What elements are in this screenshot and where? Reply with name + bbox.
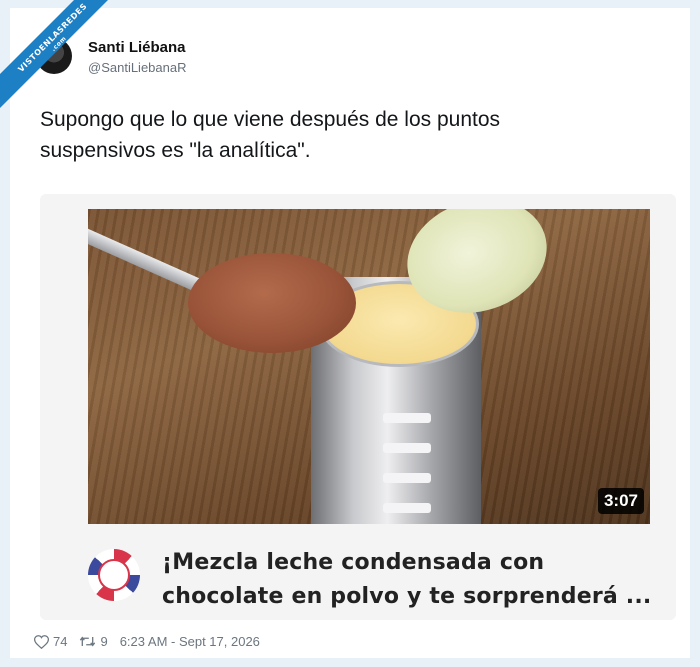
video-duration: 3:07 — [597, 488, 644, 514]
tweet-card: VISTOENLASREDES .com Santi Liébana @Sant… — [0, 0, 690, 658]
retweet-button[interactable]: 9 — [79, 634, 108, 649]
retweet-count: 9 — [100, 634, 108, 649]
can-marking — [383, 503, 431, 513]
can-marking — [383, 413, 431, 423]
video-card[interactable]: 3:07 ¡Mezcla leche condensada con chocol… — [40, 194, 676, 620]
tweet-text: Supongo que lo que viene después de los … — [40, 104, 660, 166]
heart-icon — [34, 634, 49, 649]
timestamp[interactable]: 6:23 AM - Sept 17, 2026 — [120, 634, 260, 649]
tweet-text-line2: suspensivos es "la analítica". — [40, 139, 311, 162]
author-name[interactable]: Santi Liébana — [88, 39, 186, 56]
video-title-line2: chocolate en polvo y te sorprenderá ... — [162, 584, 652, 609]
video-title-line1: ¡Mezcla leche condensada con — [162, 550, 545, 575]
tweet-text-line1: Supongo que lo que viene después de los … — [40, 108, 501, 131]
like-count: 74 — [53, 634, 68, 649]
channel-logo[interactable] — [88, 549, 140, 601]
author-handle[interactable]: @SantiLiebanaR — [88, 60, 186, 75]
retweet-icon — [80, 636, 96, 647]
cocoa-powder-spoon — [188, 253, 356, 353]
can-marking — [383, 473, 431, 483]
can-marking — [383, 443, 431, 453]
video-title[interactable]: ¡Mezcla leche condensada con chocolate e… — [162, 546, 662, 614]
tweet-footer: 74 9 6:23 AM - Sept 17, 2026 — [34, 634, 272, 649]
video-thumbnail[interactable]: 3:07 — [88, 209, 650, 524]
like-button[interactable]: 74 — [34, 634, 67, 649]
